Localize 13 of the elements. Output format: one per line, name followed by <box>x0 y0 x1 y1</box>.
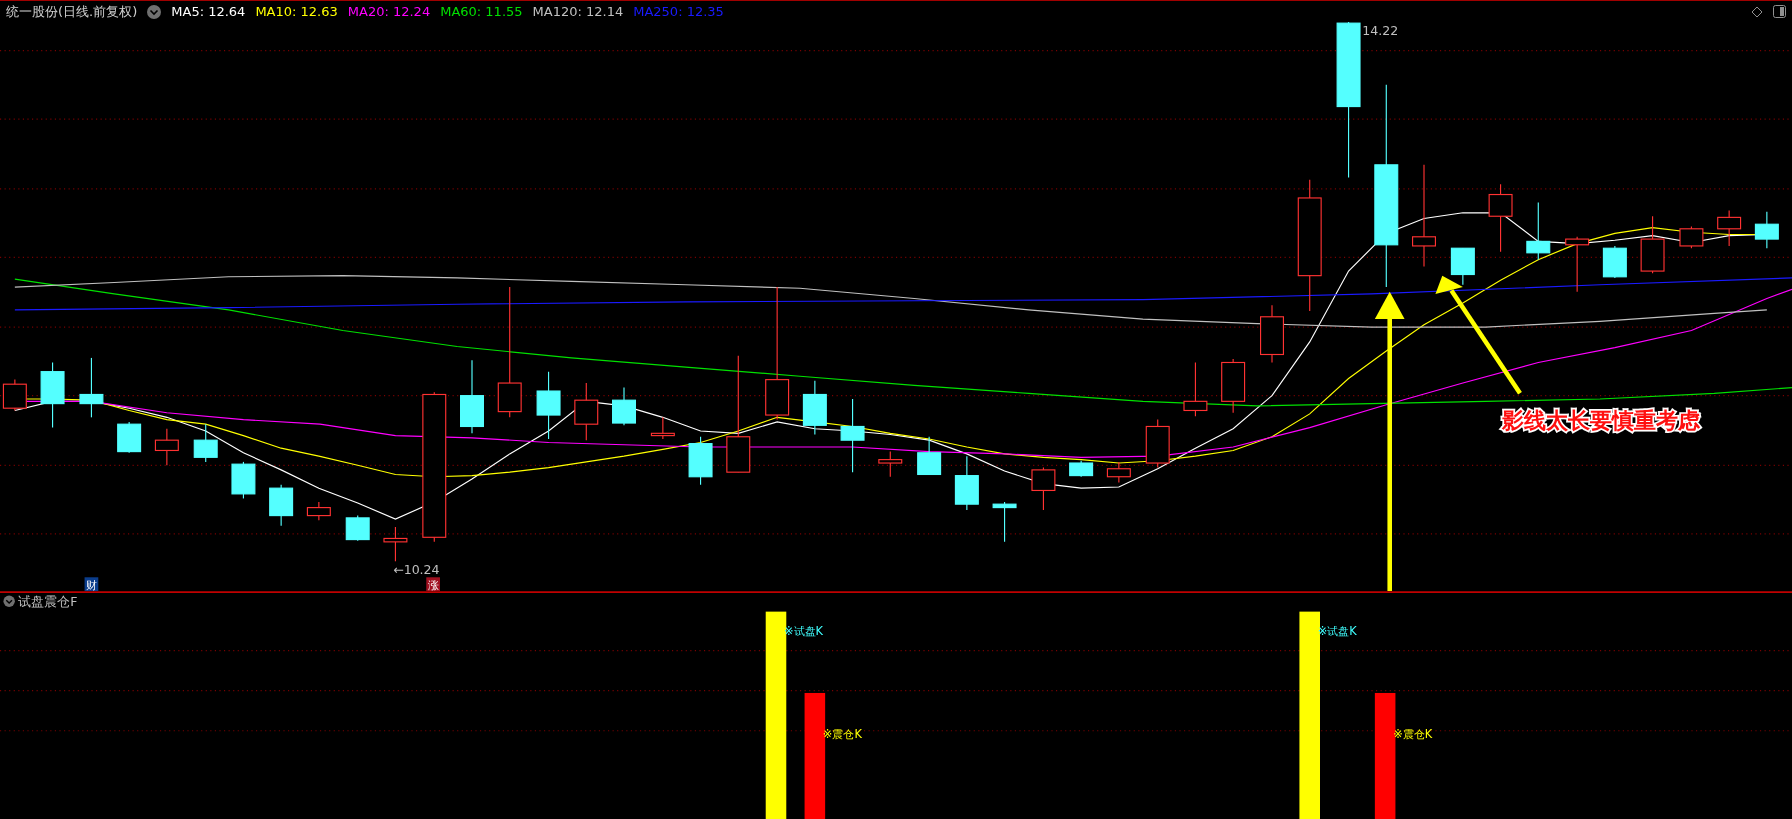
high-price-label: 14.22 <box>1362 22 1399 38</box>
event-marker[interactable]: 财 <box>84 577 99 591</box>
moving-average-label: MA10: 12.63 <box>255 4 338 19</box>
event-marker[interactable]: 涨 <box>426 577 440 591</box>
moving-average-label: MA250: 12.35 <box>633 4 724 19</box>
moving-average-label: MA60: 11.55 <box>440 4 523 19</box>
moving-average-label: MA120: 12.14 <box>532 4 624 19</box>
annotation-text: 影线太长要慎重考虑 <box>1501 407 1700 433</box>
low-price-label: ←10.24 <box>393 561 440 577</box>
indicator-title: 试盘震仓F <box>18 593 78 609</box>
moving-average-label: MA5: 12.64 <box>171 4 246 19</box>
moving-average-label: MA20: 12.24 <box>347 4 431 19</box>
stock-title: 统一股份(日线.前复权) <box>6 2 138 21</box>
